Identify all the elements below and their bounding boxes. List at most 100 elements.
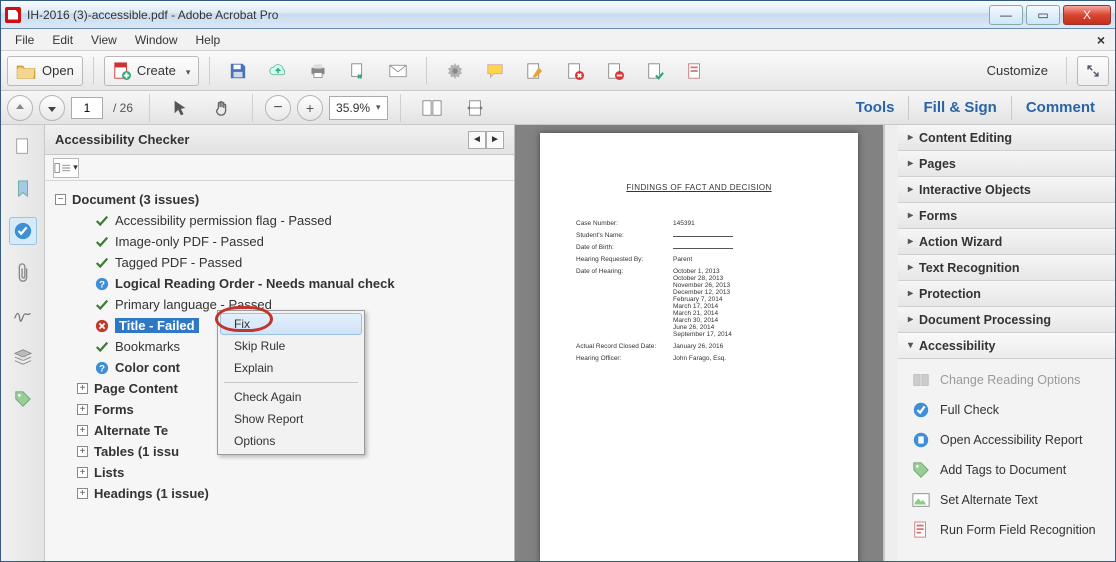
select-tool-button[interactable] — [162, 93, 198, 123]
expand-icon[interactable]: + — [77, 467, 88, 478]
expand-icon[interactable]: + — [77, 383, 88, 394]
accessibility-checker-panel: Accessibility Checker ◄ ► ▾ − Document (… — [45, 125, 515, 561]
zoom-select[interactable]: 35.9% — [329, 96, 388, 120]
highlight-button[interactable] — [477, 56, 513, 86]
ctx-show-report[interactable]: Show Report — [220, 408, 362, 430]
save-button[interactable] — [220, 56, 256, 86]
cloud-button[interactable] — [260, 56, 296, 86]
bookmarks-tab[interactable] — [9, 175, 37, 203]
section-document-processing[interactable]: ▸Document Processing — [898, 307, 1115, 333]
tags-tab[interactable] — [9, 385, 37, 413]
zoom-out-button[interactable]: − — [265, 95, 291, 121]
fill-sign-tab[interactable]: Fill & Sign — [909, 99, 1010, 116]
section-protection[interactable]: ▸Protection — [898, 281, 1115, 307]
accessibility-tab[interactable] — [9, 217, 37, 245]
right-scroll-gutter[interactable] — [884, 125, 898, 561]
email-button[interactable] — [380, 56, 416, 86]
run-form-recognition-button[interactable]: Run Form Field Recognition — [904, 515, 1109, 545]
checker-options-button[interactable]: ▾ — [53, 158, 79, 178]
tools-tab[interactable]: Tools — [842, 99, 909, 116]
export-button[interactable] — [637, 56, 673, 86]
add-tags-button[interactable]: Add Tags to Document — [904, 455, 1109, 485]
fullscreen-button[interactable] — [1077, 56, 1109, 86]
form-button[interactable] — [677, 56, 713, 86]
section-text-recognition[interactable]: ▸Text Recognition — [898, 255, 1115, 281]
print-button[interactable] — [300, 56, 336, 86]
menu-view[interactable]: View — [83, 31, 125, 49]
settings-button[interactable] — [437, 56, 473, 86]
signatures-tab[interactable] — [9, 301, 37, 329]
section-pages[interactable]: ▸Pages — [898, 151, 1115, 177]
options-icon — [54, 162, 72, 174]
hand-tool-button[interactable] — [204, 93, 240, 123]
page-down-button[interactable] — [39, 95, 65, 121]
insert-page-button[interactable] — [597, 56, 633, 86]
checker-prev-button[interactable]: ◄ — [468, 131, 486, 149]
full-check-icon — [912, 401, 930, 419]
arrow-up-icon — [14, 102, 26, 114]
section-accessibility[interactable]: ▾Accessibility — [898, 333, 1115, 359]
delete-page-button[interactable] — [557, 56, 593, 86]
ctx-check-again[interactable]: Check Again — [220, 386, 362, 408]
window-maximize-button[interactable]: ▭ — [1026, 5, 1060, 25]
window-close-button[interactable]: X — [1063, 5, 1111, 25]
section-action-wizard[interactable]: ▸Action Wizard — [898, 229, 1115, 255]
thumbnails-tab[interactable] — [9, 133, 37, 161]
share-button[interactable] — [340, 56, 376, 86]
menu-window[interactable]: Window — [127, 31, 186, 49]
section-forms[interactable]: ▸Forms — [898, 203, 1115, 229]
page-add-icon — [606, 62, 624, 80]
svg-text:?: ? — [99, 279, 105, 290]
attachments-tab[interactable] — [9, 259, 37, 287]
chevron-right-icon: ▸ — [908, 236, 913, 247]
ctx-options[interactable]: Options — [220, 430, 362, 452]
window-minimize-button[interactable]: — — [989, 5, 1023, 25]
checker-next-button[interactable]: ► — [486, 131, 504, 149]
section-interactive-objects[interactable]: ▸Interactive Objects — [898, 177, 1115, 203]
section-content-editing[interactable]: ▸Content Editing — [898, 125, 1115, 151]
expand-icon[interactable]: + — [77, 425, 88, 436]
page-number-input[interactable] — [71, 97, 103, 119]
layers-tab[interactable] — [9, 343, 37, 371]
tree-item[interactable]: Accessibility permission flag - Passed — [49, 210, 510, 231]
minus-icon: − — [273, 99, 282, 117]
edit-text-button[interactable] — [517, 56, 553, 86]
create-button[interactable]: Create — [104, 56, 200, 86]
alt-text-icon — [912, 491, 930, 509]
tree-group[interactable]: +Lists — [49, 462, 510, 483]
expand-icon[interactable]: + — [77, 488, 88, 499]
tree-item[interactable]: Image-only PDF - Passed — [49, 231, 510, 252]
zoom-in-button[interactable]: + — [297, 95, 323, 121]
ctx-explain[interactable]: Explain — [220, 357, 362, 379]
page-up-button[interactable] — [7, 95, 33, 121]
collapse-icon[interactable]: − — [55, 194, 66, 205]
document-close-button[interactable]: × — [1093, 32, 1109, 48]
full-check-button[interactable]: Full Check — [904, 395, 1109, 425]
customize-button[interactable]: Customize — [979, 63, 1056, 78]
menubar: File Edit View Window Help × — [1, 29, 1115, 51]
page-icon — [14, 138, 32, 156]
open-report-button[interactable]: Open Accessibility Report — [904, 425, 1109, 455]
ctx-skip-rule[interactable]: Skip Rule — [220, 335, 362, 357]
ctx-fix[interactable]: Fix — [220, 313, 362, 335]
open-button[interactable]: Open — [7, 56, 83, 86]
tree-item[interactable]: ? Logical Reading Order - Needs manual c… — [49, 273, 510, 294]
set-alt-text-button[interactable]: Set Alternate Text — [904, 485, 1109, 515]
tree-item[interactable]: Tagged PDF - Passed — [49, 252, 510, 273]
check-icon — [95, 340, 109, 354]
tree-root[interactable]: − Document (3 issues) — [49, 189, 510, 210]
document-view[interactable]: FINDINGS OF FACT AND DECISION Case Numbe… — [515, 125, 883, 561]
expand-icon[interactable]: + — [77, 446, 88, 457]
menu-file[interactable]: File — [7, 31, 42, 49]
expand-icon[interactable]: + — [77, 404, 88, 415]
menu-edit[interactable]: Edit — [44, 31, 81, 49]
window-title: IH-2016 (3)-accessible.pdf - Adobe Acrob… — [27, 8, 278, 22]
hand-icon — [213, 99, 231, 117]
tree-group[interactable]: +Headings (1 issue) — [49, 483, 510, 504]
menu-help[interactable]: Help — [188, 31, 229, 49]
fit-page-button[interactable] — [413, 93, 451, 123]
change-reading-options-button[interactable]: Change Reading Options — [904, 365, 1109, 395]
comment-tab[interactable]: Comment — [1012, 99, 1109, 116]
fit-width-button[interactable] — [457, 93, 493, 123]
form-recognition-icon — [912, 521, 930, 539]
